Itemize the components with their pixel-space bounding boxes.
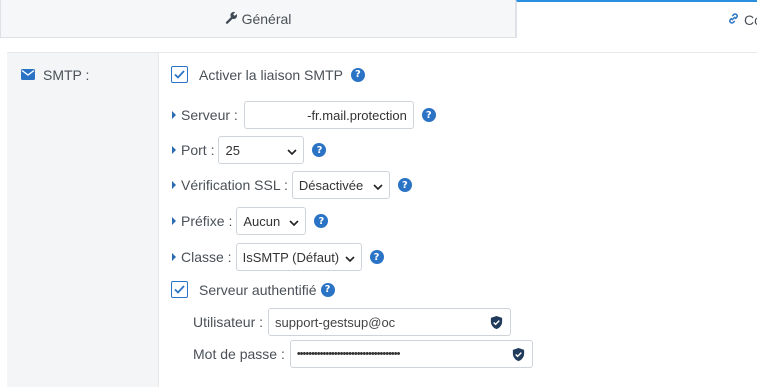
chevron-down-icon (287, 143, 298, 158)
server-label: Serveur : (181, 107, 238, 123)
caret-right-icon (172, 217, 176, 225)
server-value: -fr.mail.protection (307, 107, 407, 123)
tab-bar: Général Co (0, 0, 757, 38)
help-icon[interactable]: ? (312, 143, 327, 157)
password-value: •••••••••••••••••••••••••••••••••••• (296, 348, 401, 360)
caret-right-icon (172, 111, 176, 119)
check-icon (174, 70, 185, 79)
server-input[interactable]: -fr.mail.protection (243, 101, 414, 129)
class-label: Classe : (181, 249, 232, 265)
server-row: Serveur : -fr.mail.protection ? (172, 101, 436, 129)
class-select[interactable]: IsSMTP (Défaut) (235, 243, 362, 271)
user-value: support-gestsup@oc (275, 314, 396, 330)
user-label: Utilisateur : (193, 314, 264, 330)
ssl-label: Vérification SSL : (181, 177, 288, 193)
help-icon[interactable]: ? (397, 178, 412, 192)
caret-right-icon (172, 146, 176, 154)
tab-connector-label: Co (744, 12, 757, 28)
auth-label: Serveur authentifié (199, 281, 317, 298)
section-title-label: SMTP : (43, 67, 90, 83)
help-icon[interactable]: ? (320, 282, 335, 297)
tab-connector[interactable]: Co (516, 0, 757, 38)
ssl-select[interactable]: Désactivée (291, 171, 390, 199)
help-icon[interactable]: ? (350, 67, 365, 82)
envelope-icon (21, 67, 35, 83)
port-select[interactable]: 25 (218, 136, 305, 164)
prefix-select[interactable]: Aucun (236, 207, 307, 235)
enable-smtp-checkbox[interactable] (171, 66, 188, 83)
help-icon[interactable]: ? (314, 214, 329, 228)
class-value: IsSMTP (Défaut) (242, 249, 340, 265)
enable-smtp-label: Activer la liaison SMTP (199, 66, 343, 83)
caret-right-icon (172, 253, 176, 261)
tab-general-label: Général (241, 10, 292, 27)
port-label: Port : (181, 142, 215, 158)
ssl-row: Vérification SSL : Désactivée ? (172, 171, 412, 199)
help-icon[interactable]: ? (421, 108, 436, 122)
chevron-down-icon (373, 178, 383, 193)
port-row: Port : 25 ? (172, 136, 327, 164)
password-manager-icon[interactable] (511, 347, 526, 365)
tab-general[interactable]: Général (0, 0, 516, 38)
section-sidebar: SMTP : (7, 53, 159, 387)
user-row: Utilisateur : support-gestsup@oc (193, 308, 512, 336)
help-icon[interactable]: ? (369, 250, 384, 264)
section-title: SMTP : (21, 67, 89, 83)
auth-row: Serveur authentifié ? (171, 281, 335, 298)
prefix-value: Aucun (243, 213, 281, 229)
wrench-icon (225, 11, 238, 27)
caret-right-icon (172, 181, 176, 189)
ssl-value: Désactivée (298, 177, 364, 193)
auth-checkbox[interactable] (171, 281, 188, 298)
link-icon (727, 12, 740, 28)
password-input[interactable]: •••••••••••••••••••••••••••••••••••• (289, 340, 533, 368)
password-label: Mot de passe : (193, 346, 285, 362)
password-row: Mot de passe : •••••••••••••••••••••••••… (193, 340, 533, 368)
chevron-down-icon (289, 214, 299, 229)
password-manager-icon[interactable] (489, 315, 504, 333)
port-value: 25 (225, 142, 240, 158)
chevron-down-icon (345, 250, 355, 265)
check-icon (174, 285, 185, 294)
enable-smtp-row: Activer la liaison SMTP ? (171, 66, 365, 83)
prefix-row: Préfixe : Aucun ? (172, 207, 329, 235)
class-row: Classe : IsSMTP (Défaut) ? (172, 243, 384, 271)
user-input[interactable]: support-gestsup@oc (268, 308, 512, 336)
prefix-label: Préfixe : (181, 213, 233, 229)
